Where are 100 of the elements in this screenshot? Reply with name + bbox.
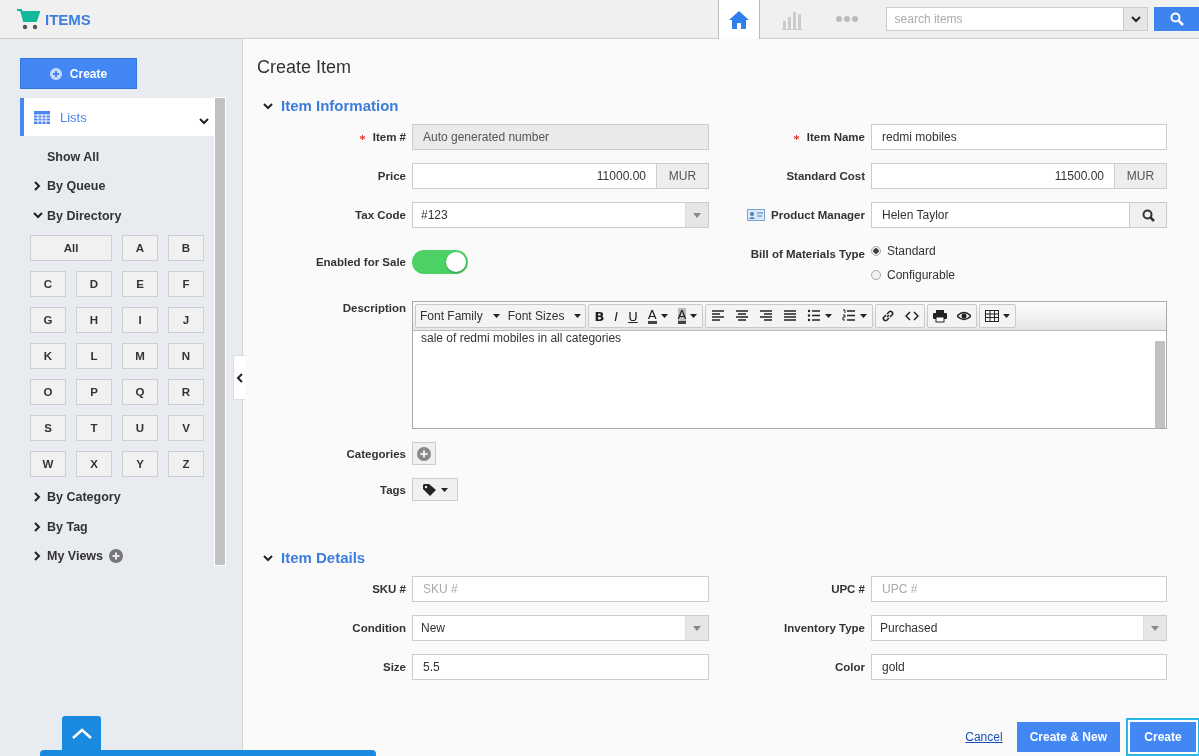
caret-icon	[1003, 314, 1011, 318]
letter-button[interactable]: G	[30, 306, 66, 333]
radio-button[interactable]	[871, 246, 881, 256]
field-label: Price	[377, 170, 406, 182]
letter-button[interactable]: Q	[122, 378, 158, 405]
letter-button[interactable]: T	[76, 414, 112, 441]
caret-icon	[690, 314, 698, 318]
font-dropdown[interactable]: Font Sizes	[503, 305, 586, 327]
select-field[interactable]: New	[412, 615, 709, 641]
collapse-tab[interactable]	[233, 355, 245, 400]
scroll-top-button[interactable]	[62, 716, 101, 752]
section-header[interactable]: Item Information	[263, 97, 1199, 114]
radio-button[interactable]	[871, 270, 881, 280]
sidebar-item[interactable]: My Views	[47, 549, 104, 564]
letter-button[interactable]: Y	[122, 450, 158, 477]
create-button[interactable]: Create	[20, 58, 137, 89]
nav-tab[interactable]	[717, 0, 760, 39]
letter-button[interactable]: All	[30, 234, 112, 261]
align-center-icon	[735, 309, 750, 323]
field-label: Tags	[380, 483, 406, 496]
sidebar-item[interactable]: By Category	[47, 490, 121, 505]
scrollbar[interactable]	[1155, 341, 1165, 428]
input-field[interactable]: redmi mobiles	[871, 124, 1167, 150]
letter-button[interactable]: E	[122, 270, 158, 297]
letter-button[interactable]: P	[76, 378, 112, 405]
letter-button[interactable]: W	[30, 450, 66, 477]
toolbar-button[interactable]: B	[589, 305, 610, 327]
letter-button[interactable]: M	[122, 342, 158, 369]
sidebar-item[interactable]: By Queue	[47, 179, 106, 194]
printer-icon	[933, 309, 948, 323]
letter-button[interactable]: C	[30, 270, 66, 297]
letter-button[interactable]: H	[76, 306, 112, 333]
currency-label: MUR	[657, 163, 709, 189]
sidebar-item[interactable]: By Tag	[47, 519, 88, 534]
input-field[interactable]: 5.5	[412, 654, 709, 680]
input-field[interactable]: gold	[871, 654, 1167, 680]
toolbar-button[interactable]: I	[609, 305, 624, 327]
input-field[interactable]: 11000.00	[412, 163, 657, 189]
field-label: Color	[834, 661, 865, 673]
toolbar-button[interactable]: A	[672, 305, 703, 327]
link-icon	[881, 309, 896, 323]
letter-button[interactable]: V	[168, 414, 204, 441]
lists-header[interactable]: Lists	[20, 98, 215, 136]
letter-button[interactable]: I	[122, 306, 158, 333]
search-field[interactable]: search items	[885, 7, 1125, 31]
letter-button[interactable]: X	[76, 450, 112, 477]
input-field[interactable]: UPC #	[871, 576, 1167, 602]
field-label: Categories	[346, 447, 406, 460]
search-button[interactable]	[1130, 202, 1167, 228]
letter-button[interactable]: N	[168, 342, 204, 369]
letter-button[interactable]: Z	[168, 450, 204, 477]
section-header[interactable]: Item Details	[263, 549, 1199, 566]
editor-text[interactable]: sale of redmi mobiles in all categories	[413, 331, 1155, 428]
caret-icon	[825, 314, 833, 318]
letter-button[interactable]: A	[122, 234, 158, 261]
sidebar-item[interactable]: By Directory	[47, 208, 122, 223]
currency-label: MUR	[1115, 163, 1167, 189]
radio-label: Configurable	[887, 268, 956, 282]
caret-icon	[660, 314, 668, 318]
select-field[interactable]: Purchased	[871, 615, 1167, 641]
dropdown-button[interactable]	[1124, 7, 1149, 31]
letter-button[interactable]: D	[76, 270, 112, 297]
tags-dropdown[interactable]	[412, 478, 458, 501]
caret-icon	[693, 212, 701, 218]
letter-button[interactable]: R	[168, 378, 204, 405]
add-category-button[interactable]	[412, 442, 436, 465]
font-dropdown[interactable]: Font Family	[416, 305, 504, 327]
toggle-switch[interactable]	[412, 249, 468, 274]
scrollbar[interactable]	[215, 98, 225, 565]
asterisk-icon	[359, 134, 365, 140]
letter-button[interactable]: U	[122, 414, 158, 441]
calendar-icon	[34, 110, 50, 124]
plus-icon	[49, 67, 62, 80]
caret-icon	[440, 487, 448, 492]
letter-button[interactable]: O	[30, 378, 66, 405]
letter-button[interactable]: L	[76, 342, 112, 369]
select-field[interactable]: #123	[412, 202, 709, 228]
add-icon	[417, 446, 431, 461]
input-field[interactable]: 11500.00	[871, 163, 1115, 189]
letter-button[interactable]: S	[30, 414, 66, 441]
letter-button[interactable]: J	[168, 306, 204, 333]
cancel-link[interactable]: Cancel	[965, 730, 1003, 744]
input-field[interactable]: Helen Taylor	[871, 202, 1130, 228]
create-and-new-button[interactable]: Create & New	[1016, 722, 1120, 752]
search-icon	[1169, 12, 1184, 26]
letter-button[interactable]: K	[30, 342, 66, 369]
eye-icon	[957, 309, 972, 323]
field-label: Standard Cost	[786, 170, 865, 182]
letter-button[interactable]: B	[168, 234, 204, 261]
field-label: Inventory Type	[784, 622, 865, 634]
toolbar-button[interactable]: A	[642, 305, 673, 327]
align-left-icon	[711, 309, 726, 323]
field-label: Enabled for Sale	[315, 255, 406, 268]
input-field[interactable]: SKU #	[412, 576, 709, 602]
toolbar-button[interactable]: U	[623, 305, 643, 327]
letter-button[interactable]: F	[168, 270, 204, 297]
tag-icon	[422, 483, 437, 496]
sidebar-item[interactable]: Show All	[47, 149, 100, 164]
asterisk-icon	[793, 134, 799, 140]
caret-icon	[1151, 625, 1159, 631]
